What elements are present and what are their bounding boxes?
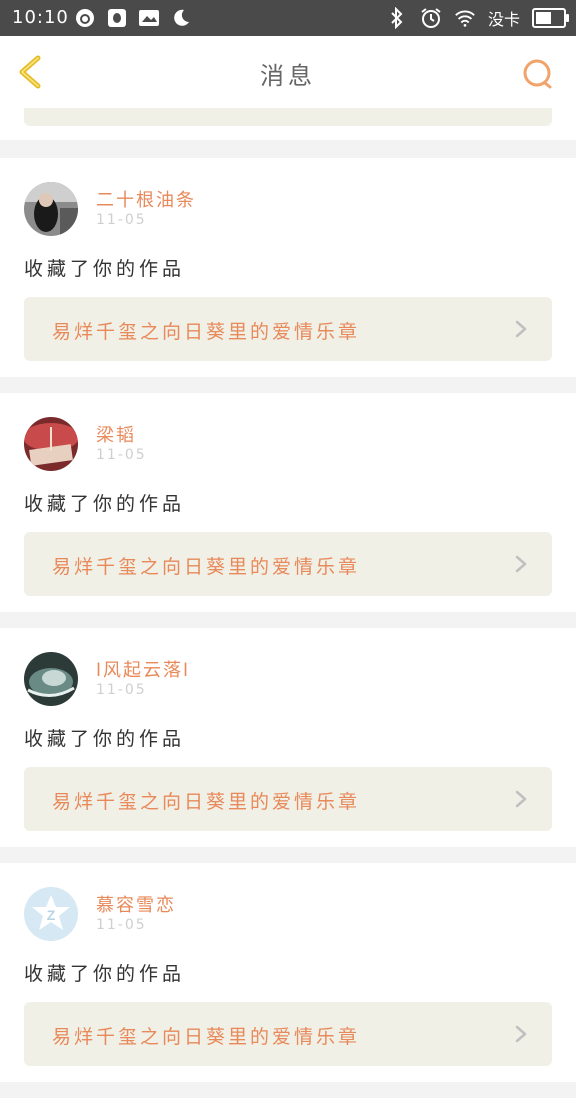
status-right: 没卡 bbox=[386, 6, 569, 30]
message-card: 二十根油条 11-05 收藏了你的作品易烊千玺之向日葵里的爱情乐章 bbox=[0, 158, 576, 377]
work-box-partial[interactable] bbox=[24, 108, 552, 126]
action-text: 收藏了你的作品 bbox=[24, 728, 186, 750]
alarm-icon bbox=[420, 7, 442, 29]
notification-icons bbox=[74, 7, 192, 29]
status-bar: 10:10 没卡 bbox=[0, 0, 576, 36]
username[interactable]: 慕容雪恋 bbox=[96, 891, 176, 917]
username[interactable]: 二十根油条 bbox=[96, 186, 196, 212]
work-link[interactable]: 易烊千玺之向日葵里的爱情乐章 bbox=[24, 532, 552, 596]
message-date: 11-05 bbox=[96, 917, 147, 933]
chevron-right-icon bbox=[515, 555, 527, 573]
message-icon bbox=[138, 7, 160, 29]
action-text: 收藏了你的作品 bbox=[24, 963, 186, 985]
svg-text:Z: Z bbox=[47, 907, 56, 923]
action-text: 收藏了你的作品 bbox=[24, 493, 186, 515]
work-title: 易烊千玺之向日葵里的爱情乐章 bbox=[52, 791, 361, 813]
wifi-icon bbox=[454, 7, 476, 29]
header: 消息 bbox=[0, 36, 576, 109]
message-list: 二十根油条 11-05 收藏了你的作品 易烊千玺之向日葵里的爱情乐章 梁韬 11-05 收藏… bbox=[0, 158, 576, 1098]
message-date: 11-05 bbox=[96, 212, 147, 228]
battery-icon bbox=[532, 8, 569, 28]
search-button[interactable] bbox=[520, 56, 556, 92]
page-title: 消息 bbox=[260, 62, 316, 90]
work-title: 易烊千玺之向日葵里的爱情乐章 bbox=[52, 1026, 361, 1048]
bluetooth-icon bbox=[386, 7, 408, 29]
search-icon bbox=[523, 59, 552, 89]
username[interactable]: l风起云落l bbox=[96, 656, 190, 682]
qq-icon bbox=[106, 7, 128, 29]
avatar[interactable] bbox=[24, 652, 78, 706]
action-text: 收藏了你的作品 bbox=[24, 258, 186, 280]
message-date: 11-05 bbox=[96, 447, 147, 463]
work-title: 易烊千玺之向日葵里的爱情乐章 bbox=[52, 321, 361, 343]
carrier-label: 没卡 bbox=[487, 10, 520, 29]
chevron-right-icon bbox=[515, 790, 527, 808]
avatar[interactable] bbox=[24, 417, 78, 471]
moon-icon bbox=[170, 7, 192, 29]
chevron-right-icon bbox=[515, 320, 527, 338]
message-card-partial bbox=[0, 108, 576, 140]
message-card: l风起云落l 11-05 收藏了你的作品易烊千玺之向日葵里的爱情乐章 bbox=[0, 628, 576, 847]
status-time: 10:10 bbox=[12, 7, 69, 28]
work-link[interactable]: 易烊千玺之向日葵里的爱情乐章 bbox=[24, 767, 552, 831]
message-card: Z 慕容雪恋 11-05 收藏了你的作品易烊千玺之向日葵里的爱情乐章 bbox=[0, 863, 576, 1082]
avatar[interactable] bbox=[24, 182, 78, 236]
netease-music-icon bbox=[74, 7, 96, 29]
work-title: 易烊千玺之向日葵里的爱情乐章 bbox=[52, 556, 361, 578]
work-link[interactable]: 易烊千玺之向日葵里的爱情乐章 bbox=[24, 1002, 552, 1066]
chevron-right-icon bbox=[515, 1025, 527, 1043]
battery-level bbox=[536, 12, 552, 24]
avatar[interactable]: Z bbox=[24, 887, 78, 941]
username[interactable]: 梁韬 bbox=[96, 421, 136, 447]
message-date: 11-05 bbox=[96, 682, 147, 698]
message-card: 梁韬 11-05 收藏了你的作品易烊千玺之向日葵里的爱情乐章 bbox=[0, 393, 576, 612]
work-link[interactable]: 易烊千玺之向日葵里的爱情乐章 bbox=[24, 297, 552, 361]
